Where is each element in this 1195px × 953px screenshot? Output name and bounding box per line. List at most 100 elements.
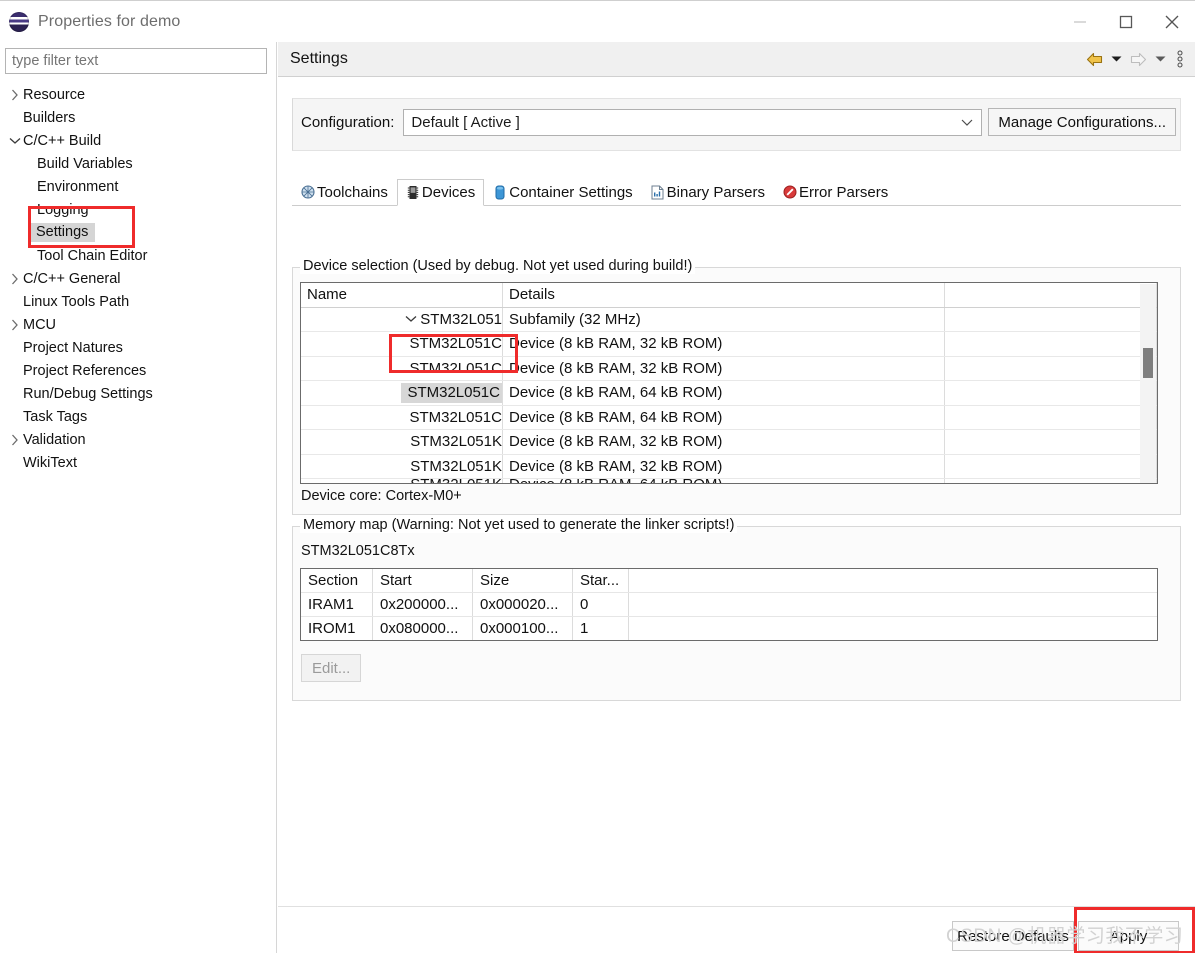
sidebar-item-project-natures[interactable]: Project Natures <box>0 336 277 359</box>
column-header-2[interactable]: Size <box>473 569 573 592</box>
device-extra-cell <box>945 356 1157 380</box>
column-header-empty <box>945 283 1157 307</box>
table-row[interactable]: STM32L051 Subfamily (32 MHz) <box>301 307 1157 332</box>
sidebar-item-label: Builders <box>23 109 76 126</box>
column-header-details[interactable]: Details <box>503 283 945 307</box>
forward-history-chevron-down-icon[interactable] <box>1151 42 1169 76</box>
table-row[interactable]: STM32L051K Device (8 kB RAM, 32 kB ROM) <box>301 454 1157 479</box>
chevron-right-icon[interactable] <box>8 313 22 336</box>
chevron-down-icon[interactable] <box>8 129 22 152</box>
tab-binary-parsers[interactable]: Binary Parsers <box>642 178 774 205</box>
sidebar-item-builders[interactable]: Builders <box>0 106 277 129</box>
sidebar-item-task-tags[interactable]: Task Tags <box>0 405 277 428</box>
table-row[interactable]: STM32L051K Device (8 kB RAM, 32 kB ROM) <box>301 430 1157 455</box>
settings-page-pane: Settings Configuration: Default [Active… <box>278 42 1195 953</box>
device-extra-cell <box>945 307 1157 331</box>
minimize-button[interactable] <box>1057 1 1103 42</box>
table-row[interactable]: IRAM1 0x200000... 0x000020... 0 <box>301 593 1157 617</box>
sidebar-item-run-debug-settings[interactable]: Run/Debug Settings <box>0 382 277 405</box>
device-details-cell: Device (8 kB RAM, 32 kB ROM) <box>503 454 945 478</box>
memory-cell-size: 0x000020... <box>473 593 573 616</box>
device-name-cell: STM32L051K <box>301 479 503 483</box>
sidebar-item-project-references[interactable]: Project References <box>0 359 277 382</box>
binary-parsers-icon <box>649 185 667 200</box>
tab-error-parsers[interactable]: Error Parsers <box>774 178 897 205</box>
device-name-label: STM32L051K <box>410 479 502 483</box>
sidebar-item-label: Task Tags <box>23 408 88 425</box>
table-row[interactable]: STM32L051C Device (8 kB RAM, 64 kB ROM) <box>301 405 1157 430</box>
page-header: Settings <box>278 42 1195 77</box>
device-name-cell: STM32L051C <box>301 405 503 429</box>
maximize-button[interactable] <box>1103 1 1149 42</box>
filter-input[interactable] <box>5 48 267 74</box>
table-row[interactable]: IROM1 0x080000... 0x000100... 1 <box>301 617 1157 640</box>
sidebar-item-linux-tools-path[interactable]: Linux Tools Path <box>0 290 277 313</box>
table-row[interactable]: STM32L051C Device (8 kB RAM, 32 kB ROM) <box>301 356 1157 381</box>
device-table-header: Name Details <box>301 283 1157 308</box>
device-name-label: STM32L051C <box>401 382 502 403</box>
close-button[interactable] <box>1149 1 1195 42</box>
table-row[interactable]: STM32L051C Device (8 kB RAM, 32 kB ROM) <box>301 332 1157 357</box>
device-name-cell: STM32L051C <box>301 332 503 356</box>
settings-tree: Resource Builders C/C++ Build Build Variabl… <box>0 83 277 474</box>
memory-map-table[interactable]: Section Start Size Star... IRAM1 0x200000... 0… <box>300 568 1158 641</box>
tab-label: Binary Parsers <box>666 183 766 201</box>
back-arrow-icon[interactable] <box>1081 42 1107 76</box>
column-header-3[interactable]: Star... <box>573 569 629 592</box>
device-name-label: STM32L051C <box>409 408 502 426</box>
table-row[interactable]: STM32L051KDevice (8 kB RAM, 64 kB ROM) <box>301 479 1157 483</box>
chevron-down-icon[interactable] <box>402 315 420 323</box>
configuration-select[interactable]: Default [ Active ] <box>403 108 983 136</box>
sidebar-item-build-variables[interactable]: Build Variables <box>0 152 277 175</box>
memory-cell-startup: 0 <box>573 593 629 616</box>
chevron-right-icon[interactable] <box>8 428 22 451</box>
sidebar-item-label: MCU <box>23 316 57 333</box>
tab-container-settings[interactable]: Container Settings <box>484 178 641 205</box>
sidebar-item-environment[interactable]: Environment <box>0 175 277 198</box>
device-name-label: STM32L051 <box>420 310 502 328</box>
table-row[interactable]: STM32L051C Device (8 kB RAM, 64 kB ROM) <box>301 381 1157 406</box>
column-header-empty <box>629 569 1157 592</box>
sidebar-item-settings[interactable]: Settings <box>0 221 277 244</box>
device-details-cell: Device (8 kB RAM, 64 kB ROM) <box>503 405 945 429</box>
back-history-chevron-down-icon[interactable] <box>1107 42 1125 76</box>
memory-table-header: Section Start Size Star... <box>301 569 1157 593</box>
sidebar-item-logging[interactable]: Logging <box>0 198 277 221</box>
column-header-name[interactable]: Name <box>301 283 503 307</box>
sidebar-item-validation[interactable]: Validation <box>0 428 277 451</box>
sidebar-item-label: Project References <box>23 362 147 379</box>
settings-navigation-pane: Resource Builders C/C++ Build Build Variabl… <box>0 42 277 953</box>
sidebar-item-resource[interactable]: Resource <box>0 83 277 106</box>
edit-button[interactable]: Edit... <box>301 654 362 682</box>
sidebar-item-wikitext[interactable]: WikiText <box>0 451 277 474</box>
sidebar-item-mcu[interactable]: MCU <box>0 313 277 336</box>
column-header-1[interactable]: Start <box>373 569 473 592</box>
tab-devices[interactable]: Devices <box>396 179 485 206</box>
device-name-cell: STM32L051C <box>301 356 503 380</box>
device-core-label: Device core: Cortex-M0+ <box>301 488 462 504</box>
tab-toolchains[interactable]: Toolchains <box>292 178 397 205</box>
scrollbar-thumb[interactable] <box>1143 348 1153 378</box>
chevron-right-icon[interactable] <box>8 83 22 106</box>
sidebar-item-c-c-build[interactable]: C/C++ Build <box>0 129 277 152</box>
sidebar-item-label: Run/Debug Settings <box>23 385 153 402</box>
configuration-value: Default [ Active ] <box>411 113 520 131</box>
device-details-cell: Device (8 kB RAM, 32 kB ROM) <box>503 430 945 454</box>
sidebar-item-c-c-general[interactable]: C/C++ General <box>0 267 277 290</box>
device-table[interactable]: Name Details STM32L051 Subfamily (32 MHz) ST… <box>300 282 1158 484</box>
device-table-scrollbar[interactable] <box>1140 284 1156 483</box>
forward-arrow-icon[interactable] <box>1125 42 1151 76</box>
chevron-right-icon[interactable] <box>8 267 22 290</box>
device-extra-cell <box>945 332 1157 356</box>
device-name-label: STM32L051C <box>409 359 502 377</box>
column-header-0[interactable]: Section <box>301 569 373 592</box>
page-content <box>278 78 1195 953</box>
manage-configurations-button[interactable]: Manage Configurations... <box>988 108 1177 136</box>
device-extra-cell <box>945 479 1157 483</box>
memory-cell-size: 0x000100... <box>473 617 573 640</box>
error-parsers-icon <box>781 185 799 199</box>
sidebar-item-tool-chain-editor[interactable]: Tool Chain Editor <box>0 244 277 267</box>
view-menu-icon[interactable] <box>1169 42 1191 76</box>
memory-cell-section: IROM1 <box>301 617 373 640</box>
device-selection-legend: Device selection (Used by debug. Not yet… <box>300 258 696 274</box>
